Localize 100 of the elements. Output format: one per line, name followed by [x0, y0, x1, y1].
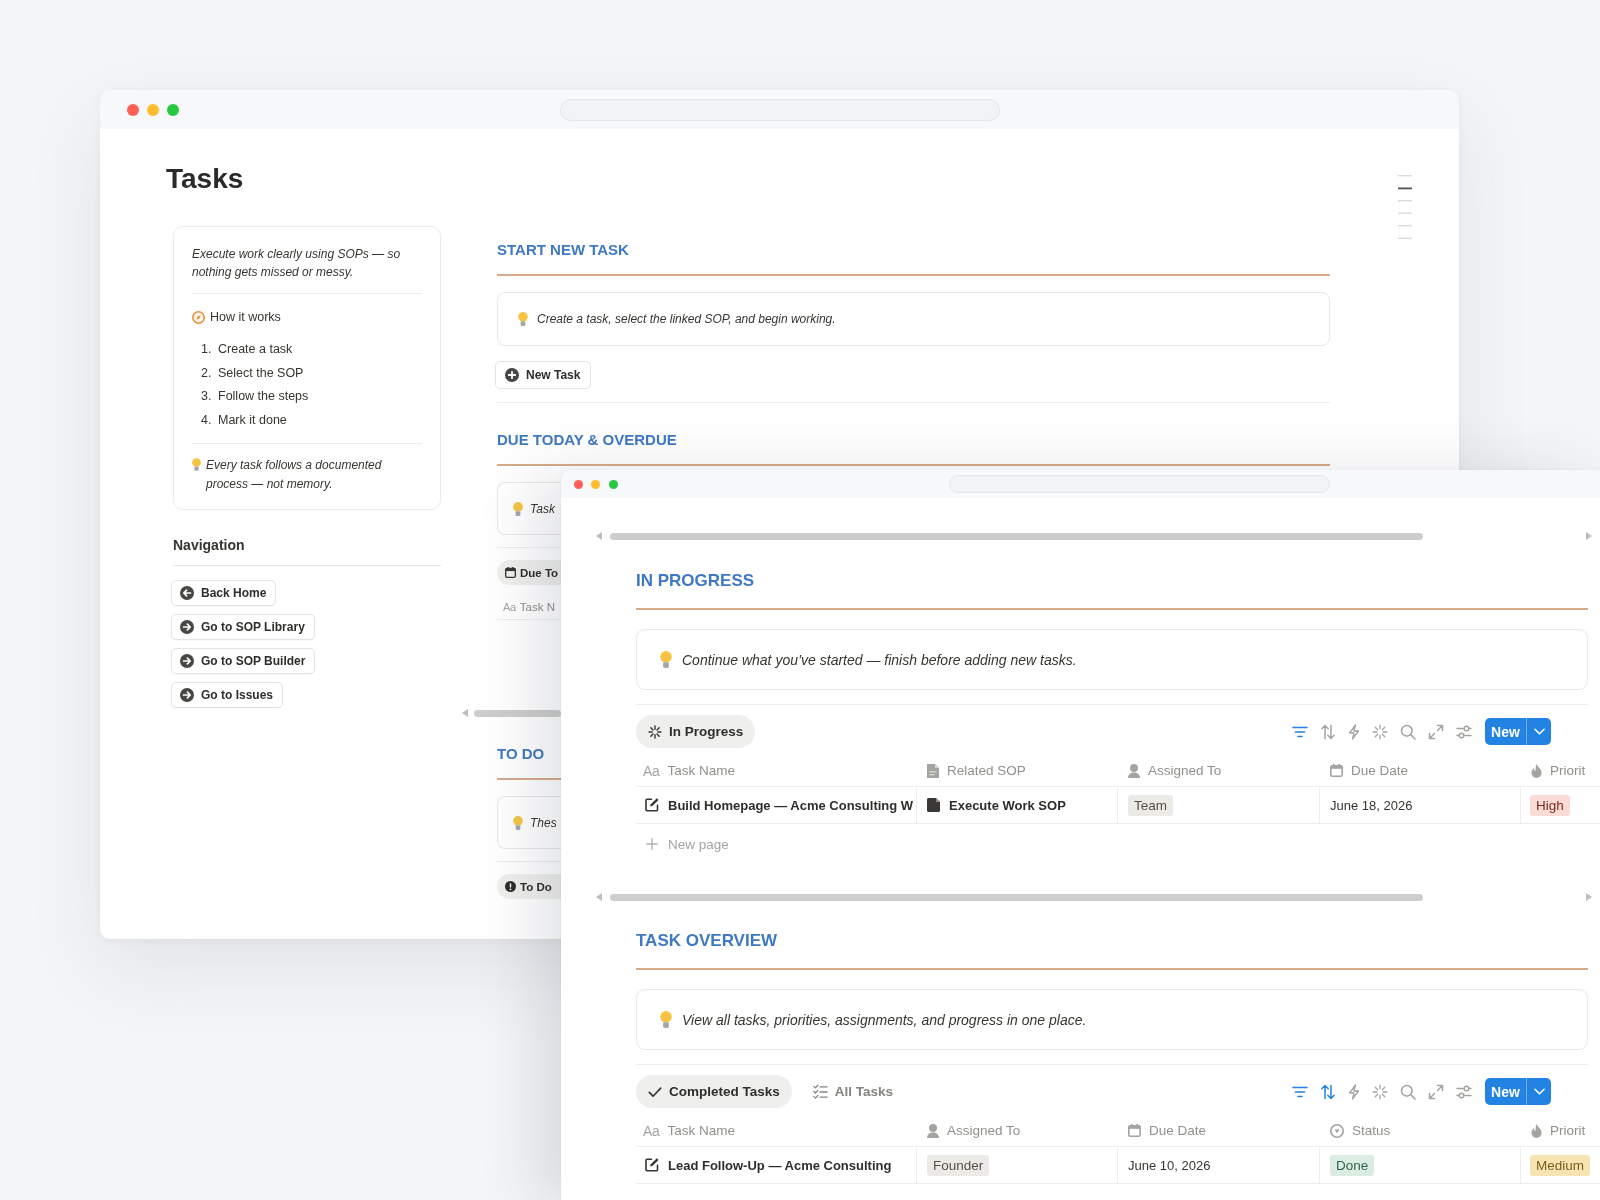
- scroll-left-icon[interactable]: [596, 893, 602, 901]
- section-heading: TO DO: [497, 744, 545, 764]
- maximize-window-button[interactable]: [608, 479, 618, 489]
- column-header[interactable]: Aa Task N: [497, 594, 555, 619]
- calendar-icon: [505, 567, 516, 578]
- new-options-button[interactable]: [1526, 1078, 1551, 1105]
- arrow-right-circle-icon: [180, 653, 194, 668]
- section-heading: TASK OVERVIEW: [636, 930, 778, 952]
- column-header[interactable]: Aa Task Name: [636, 755, 917, 786]
- new-button[interactable]: New: [1485, 718, 1526, 745]
- lightbulb-icon: [660, 1011, 672, 1028]
- navigation-link-button[interactable]: Go to SOP Builder: [171, 647, 316, 674]
- lightbulb-icon: [513, 501, 523, 516]
- column-header[interactable]: Assigned To: [1118, 755, 1320, 786]
- filter-icon[interactable]: [1292, 725, 1308, 738]
- new-task-button[interactable]: New Task: [495, 361, 592, 389]
- lightbulb-icon: [192, 457, 201, 471]
- minimize-window-button[interactable]: [147, 103, 159, 116]
- new-options-button[interactable]: [1526, 718, 1551, 745]
- column-header[interactable]: Due Date: [1320, 755, 1521, 786]
- column-header[interactable]: Status: [1320, 1115, 1521, 1146]
- view-tab[interactable]: Due To: [497, 560, 561, 585]
- alert-circle-icon: [505, 881, 516, 892]
- column-header[interactable]: Aa Task Name: [636, 1115, 917, 1146]
- close-window-button[interactable]: [573, 479, 583, 489]
- column-header[interactable]: Assigned To: [917, 1115, 1118, 1146]
- view-tab[interactable]: Completed Tasks: [636, 1075, 792, 1108]
- person-icon: [1128, 763, 1140, 778]
- flame-icon: [1531, 1123, 1542, 1138]
- spinner-icon: [648, 724, 662, 739]
- burst-icon[interactable]: [1372, 1083, 1388, 1100]
- document-icon: [927, 798, 940, 812]
- calendar-icon: [1128, 1124, 1141, 1137]
- priority-tag[interactable]: High: [1530, 794, 1570, 816]
- plus-circle-icon: [505, 368, 519, 382]
- view-tab[interactable]: In Progress: [636, 715, 756, 748]
- sliders-icon[interactable]: [1456, 724, 1472, 739]
- status-tag[interactable]: Done: [1330, 1154, 1375, 1176]
- text-property-icon: Aa: [643, 1122, 660, 1139]
- callout-text: Task: [530, 501, 555, 516]
- arrow-right-circle-icon: [180, 687, 194, 702]
- chevron-down-icon: [1533, 1088, 1545, 1095]
- search-icon[interactable]: [1400, 723, 1416, 740]
- section-heading: START NEW TASK: [497, 240, 629, 260]
- filter-icon[interactable]: [1292, 1085, 1308, 1098]
- lightbulb-icon: [518, 312, 528, 326]
- related-sop-link[interactable]: Execute Work SOP: [949, 797, 1066, 813]
- column-header[interactable]: Priorit: [1521, 1115, 1600, 1146]
- scrollbar-thumb[interactable]: [610, 893, 1423, 901]
- column-header[interactable]: Due Date: [1118, 1115, 1320, 1146]
- burst-icon[interactable]: [1372, 723, 1388, 740]
- table-of-contents-icon[interactable]: [1398, 175, 1412, 239]
- view-tab[interactable]: All Tasks: [800, 1075, 906, 1108]
- pencil-square-icon: [645, 1158, 659, 1172]
- sort-icon[interactable]: [1320, 723, 1336, 740]
- view-tab[interactable]: To Do: [497, 874, 561, 899]
- person-tag[interactable]: Founder: [927, 1154, 990, 1176]
- task-title-link[interactable]: Lead Follow-Up — Acme Consulting: [668, 1157, 892, 1173]
- callout-text: Continue what you’ve started — finish before adding new tasks.: [682, 651, 1077, 668]
- section-heading: IN PROGRESS: [636, 570, 755, 592]
- expand-icon[interactable]: [1428, 1083, 1444, 1100]
- scroll-left-icon[interactable]: [596, 532, 602, 540]
- person-tag[interactable]: Team: [1128, 794, 1173, 816]
- navigation-link-button[interactable]: Go to Issues: [171, 681, 284, 708]
- close-window-button[interactable]: [127, 103, 139, 116]
- navigation-link-button[interactable]: Back Home: [171, 579, 277, 606]
- column-header[interactable]: Related SOP: [917, 755, 1118, 786]
- page-title: Tasks: [166, 162, 244, 196]
- scroll-left-icon[interactable]: [462, 709, 468, 717]
- sliders-icon[interactable]: [1456, 1084, 1472, 1099]
- search-icon[interactable]: [1400, 1083, 1416, 1100]
- arrow-right-circle-icon: [180, 619, 194, 634]
- new-button[interactable]: New: [1485, 1078, 1526, 1105]
- minimize-window-button[interactable]: [591, 479, 600, 489]
- scrollbar-thumb[interactable]: [610, 532, 1423, 540]
- step-text: Create a task: [218, 341, 293, 356]
- document-icon: [927, 763, 939, 778]
- scroll-right-icon[interactable]: [1586, 532, 1592, 540]
- navigation-link-button[interactable]: Go to SOP Library: [171, 613, 315, 640]
- flame-icon: [1531, 763, 1542, 778]
- note-text: Every task follows a documented process — not memory.: [206, 456, 383, 493]
- step-text: Select the SOP: [218, 365, 304, 380]
- arrow-left-circle-icon: [180, 585, 194, 600]
- checklist-icon: [812, 1084, 828, 1099]
- compass-icon: [192, 310, 205, 324]
- task-title-link[interactable]: Build Homepage — Acme Consulting W: [668, 797, 914, 813]
- lightning-icon[interactable]: [1348, 723, 1360, 740]
- step-number: 3.: [201, 389, 213, 404]
- expand-icon[interactable]: [1428, 723, 1444, 740]
- callout-text: Create a task, select the linked SOP, and begin working.: [537, 312, 836, 326]
- sort-icon[interactable]: [1320, 1083, 1336, 1100]
- lightbulb-icon: [660, 651, 672, 668]
- scroll-right-icon[interactable]: [1586, 893, 1592, 901]
- plus-icon: [646, 838, 658, 850]
- lightning-icon[interactable]: [1348, 1083, 1360, 1100]
- maximize-window-button[interactable]: [167, 103, 179, 116]
- priority-tag[interactable]: Medium: [1530, 1154, 1590, 1176]
- column-header[interactable]: Priorit: [1521, 755, 1600, 786]
- scrollbar-thumb[interactable]: [474, 709, 561, 717]
- step-number: 2.: [201, 365, 213, 380]
